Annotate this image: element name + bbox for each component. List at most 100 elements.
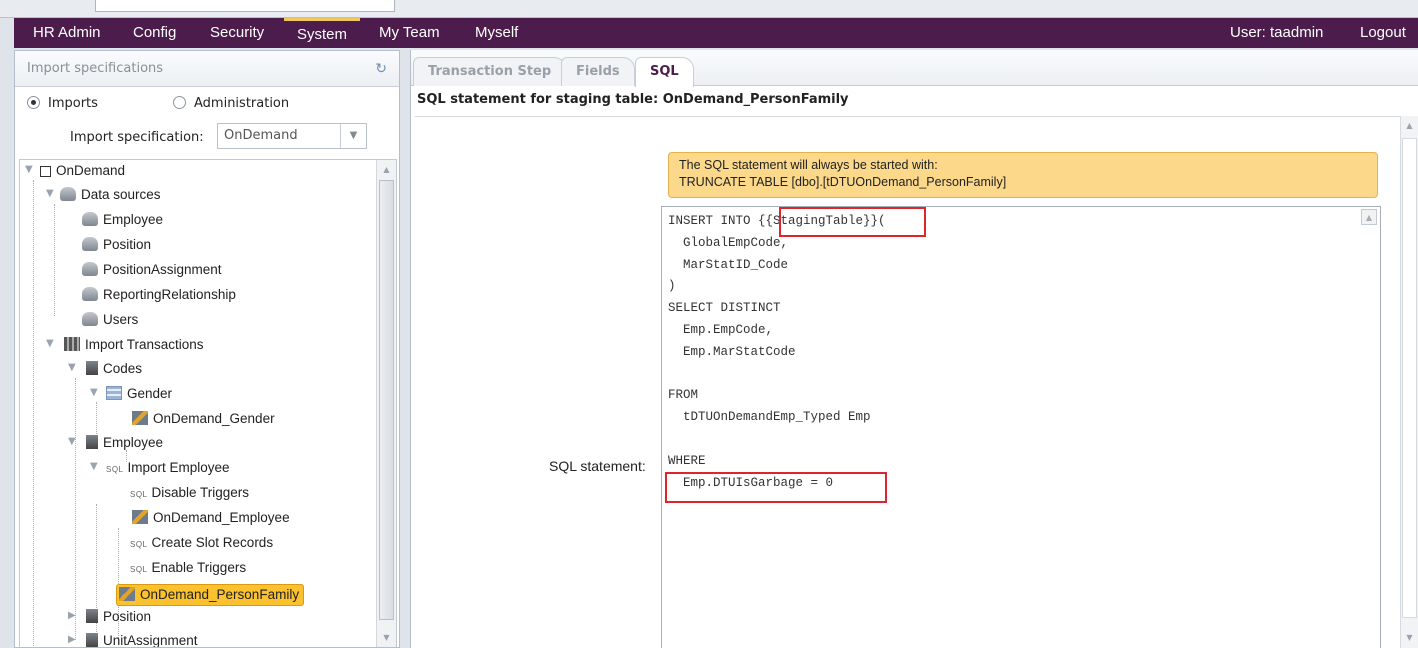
tree-node-enable-triggers[interactable]: SQL Enable Triggers — [130, 557, 246, 579]
expand-icon[interactable]: ▼ — [68, 436, 76, 447]
sql-code[interactable]: INSERT INTO {{StagingTable}}( GlobalEmpC… — [668, 211, 886, 494]
radio-imports-dot[interactable] — [27, 96, 40, 109]
tree-node-create-slot-records[interactable]: SQL Create Slot Records — [130, 532, 273, 554]
database-icon — [60, 187, 76, 201]
tree-node-label: OnDemand_Gender — [153, 411, 275, 426]
import-spec-value: OnDemand — [224, 128, 298, 143]
sql-line: Emp.MarStatCode — [668, 344, 796, 359]
scroll-up-icon[interactable]: ▲ — [1361, 209, 1377, 225]
content-scrollbar[interactable]: ▲ ▼ — [1400, 116, 1418, 648]
import-tree: ▼ OnDemand ▼ Data sources Employee Posit… — [19, 159, 397, 647]
content-scroll-thumb[interactable] — [1402, 138, 1417, 618]
tree-node-import-employee[interactable]: SQL Import Employee — [106, 457, 230, 479]
tree-node-disable-triggers[interactable]: SQL Disable Triggers — [130, 482, 249, 504]
sql-statement-title: SQL statement for staging table: OnDeman… — [417, 92, 849, 107]
tree-scrollbar[interactable]: ▲ ▼ — [376, 160, 396, 647]
mapping-icon — [119, 587, 135, 601]
tree-node-label: Position — [103, 237, 152, 252]
tree-connector — [33, 180, 34, 646]
sql-line — [668, 364, 886, 386]
tab-transaction-step[interactable]: Transaction Step — [413, 57, 567, 86]
tree-node-label: OnDemand_PersonFamily — [140, 587, 300, 602]
radio-imports[interactable]: Imports — [27, 93, 98, 115]
tree-node-label: Enable Triggers — [151, 560, 247, 575]
expand-icon[interactable]: ▼ — [46, 338, 54, 349]
nav-my-team[interactable]: My Team — [379, 18, 440, 48]
nav-security[interactable]: Security — [210, 18, 264, 48]
panel-title: Import specifications — [27, 61, 164, 76]
tree-node-reportingrelationship-source[interactable]: ReportingRelationship — [82, 284, 236, 306]
tree-node-label: Users — [103, 312, 139, 327]
radio-administration-label: Administration — [194, 96, 290, 111]
scroll-down-icon[interactable]: ▼ — [379, 630, 394, 646]
expand-icon[interactable]: ▶ — [68, 610, 76, 621]
scroll-up-icon[interactable]: ▲ — [379, 162, 394, 178]
tree-node-position[interactable]: Position — [86, 606, 151, 628]
logout-link[interactable]: Logout — [1360, 18, 1406, 48]
expand-icon[interactable]: ▼ — [68, 362, 76, 373]
expand-icon[interactable]: ▶ — [68, 634, 76, 645]
tree-connector — [75, 378, 76, 640]
tree-node-positionassignment-source[interactable]: PositionAssignment — [82, 259, 222, 281]
tree-node-employee[interactable]: Employee — [86, 432, 163, 454]
radio-administration[interactable]: Administration — [173, 93, 289, 115]
tree-node-label: Create Slot Records — [151, 535, 274, 550]
tree-node-employee-source[interactable]: Employee — [82, 209, 163, 231]
expand-icon[interactable]: ▼ — [90, 387, 98, 398]
tree-node-label: Employee — [103, 435, 164, 450]
nav-myself[interactable]: Myself — [475, 18, 518, 48]
mapping-icon — [132, 510, 148, 524]
truncate-info-box: The SQL statement will always be started… — [668, 152, 1378, 198]
tree-node-users-source[interactable]: Users — [82, 309, 138, 331]
detail-panel: Transaction Step Fields SQL SQL statemen… — [410, 50, 1418, 648]
table-icon — [86, 435, 98, 449]
sql-line: FROM — [668, 388, 699, 403]
tree-node-import-transactions[interactable]: Import Transactions — [64, 334, 204, 356]
scroll-down-icon[interactable]: ▼ — [1402, 630, 1417, 646]
expand-icon[interactable]: ▼ — [90, 461, 98, 472]
tree-node-ondemand-employee[interactable]: OnDemand_Employee — [132, 507, 290, 529]
expand-icon[interactable]: ▼ — [46, 188, 54, 199]
sql-icon: SQL — [130, 540, 148, 549]
tree-node-ondemand-personfamily[interactable]: OnDemand_PersonFamily — [116, 584, 305, 606]
tree-node-label: Import Transactions — [85, 337, 204, 352]
radio-imports-label: Imports — [48, 96, 98, 111]
tab-fields[interactable]: Fields — [561, 57, 635, 86]
tree-node-label: Data sources — [81, 187, 161, 202]
chevron-down-icon[interactable]: ▼ — [340, 124, 366, 148]
sql-line: WHERE — [668, 453, 706, 468]
sql-statement-editor[interactable]: INSERT INTO {{StagingTable}}( GlobalEmpC… — [661, 206, 1381, 648]
sql-line: MarStatID_Code — [668, 257, 789, 272]
database-icon — [82, 262, 98, 276]
info-line-2: TRUNCATE TABLE [dbo].[tDTUOnDemand_Perso… — [679, 175, 1007, 189]
sql-icon: SQL — [130, 490, 148, 499]
expand-icon[interactable]: ▼ — [25, 164, 33, 175]
mapping-icon — [132, 411, 148, 425]
main-nav-bar: HR Admin Config Security System My Team … — [14, 18, 1418, 48]
nav-system[interactable]: System — [284, 18, 361, 48]
nav-hr-admin[interactable]: HR Admin — [33, 18, 101, 48]
user-label: User: taadmin — [1230, 24, 1324, 41]
tree-node-data-sources[interactable]: Data sources — [60, 184, 161, 206]
scroll-up-icon[interactable]: ▲ — [1402, 118, 1417, 134]
tree-node-unitassignment[interactable]: UnitAssignment — [86, 630, 198, 647]
nav-config[interactable]: Config — [133, 18, 176, 48]
tree-node-label: ReportingRelationship — [103, 287, 236, 302]
panel-header: Import specifications ↻ — [15, 51, 399, 87]
tree-node-ondemand-gender[interactable]: OnDemand_Gender — [132, 408, 275, 430]
tab-bar: Transaction Step Fields SQL — [411, 50, 1418, 87]
sql-editor-scrollbar[interactable]: ▲ — [1358, 207, 1380, 648]
tree-node-ondemand[interactable]: OnDemand — [40, 160, 125, 182]
sql-line: SELECT DISTINCT — [668, 301, 781, 316]
refresh-icon[interactable]: ↻ — [375, 51, 387, 87]
import-spec-select[interactable]: OnDemand ▼ — [217, 123, 367, 149]
import-specifications-panel: Import specifications ↻ Imports Administ… — [14, 50, 400, 648]
sql-line — [668, 429, 886, 451]
radio-administration-dot[interactable] — [173, 96, 186, 109]
tree-node-gender[interactable]: Gender — [106, 383, 172, 405]
tree-node-codes[interactable]: Codes — [86, 358, 142, 380]
tree-node-position-source[interactable]: Position — [82, 234, 151, 256]
tree-scroll-thumb[interactable] — [379, 180, 394, 620]
tab-sql[interactable]: SQL — [635, 57, 694, 87]
info-line-1: The SQL statement will always be started… — [679, 158, 938, 172]
